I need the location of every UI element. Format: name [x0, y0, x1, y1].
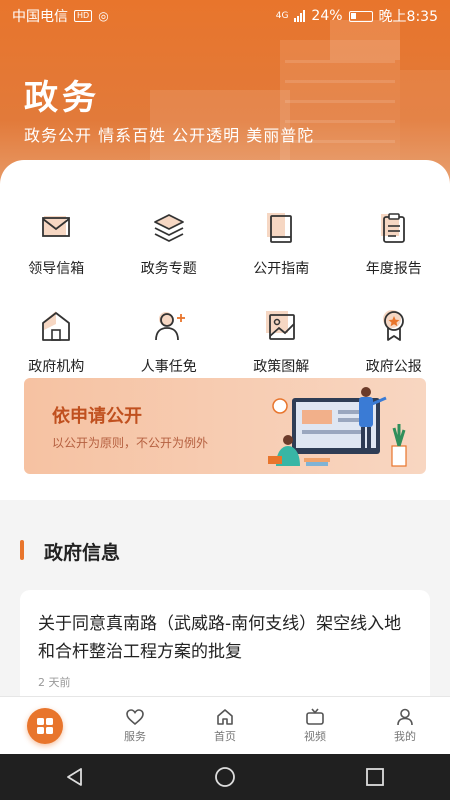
back-icon[interactable]	[64, 766, 86, 788]
building-window-row	[285, 80, 395, 83]
banner-subtitle: 以公开为原则，不公开为例外	[52, 436, 209, 450]
image-icon	[266, 311, 296, 340]
tab-label: 我的	[394, 729, 416, 743]
grid-item-label: 年度报告	[365, 261, 422, 277]
grid-item-gov-agencies[interactable]: 政府机构	[0, 306, 113, 376]
status-bar: 中国电信 HD ◎ 4G 24% 晚上8:35	[0, 0, 450, 32]
grid-item-policy-graphics[interactable]: 政策图解	[225, 306, 338, 376]
services-card: 领导信箱 政务专题 公开指南 年度报告 政府机构 人事任免 政策图解 政府公报 …	[0, 160, 450, 500]
presentation-illustration	[268, 387, 407, 467]
tab-label: 首页	[214, 729, 236, 743]
hotspot-icon: ◎	[98, 9, 109, 23]
person-icon	[397, 708, 413, 725]
tab-services[interactable]: 服务	[90, 697, 180, 754]
grid-icon	[37, 717, 53, 734]
clipboard-icon	[380, 213, 405, 243]
service-grid: 领导信箱 政务专题 公开指南 年度报告 政府机构 人事任免 政策图解 政府公报	[0, 208, 450, 376]
user-add-icon	[154, 312, 185, 341]
grid-item-label: 人事任免	[140, 359, 197, 375]
apps-button[interactable]	[27, 707, 63, 744]
grid-item-leader-mailbox[interactable]: 领导信箱	[0, 208, 113, 278]
bottom-tab-bar: 服务 首页 视频 我的	[0, 696, 450, 754]
tab-apps[interactable]	[0, 697, 90, 754]
section-accent-bar	[20, 540, 24, 560]
apply-disclosure-banner[interactable]: 依申请公开 以公开为原则，不公开为例外	[24, 378, 426, 474]
tab-home[interactable]: 首页	[180, 697, 270, 754]
building-icon	[42, 311, 71, 341]
tab-mine[interactable]: 我的	[360, 697, 450, 754]
grid-item-label: 领导信箱	[28, 261, 85, 277]
grid-item-topics[interactable]: 政务专题	[113, 208, 226, 278]
battery-icon	[348, 10, 373, 22]
battery-percent: 24%	[311, 8, 343, 24]
news-time: 2 天前	[38, 676, 71, 689]
news-headline: 关于同意真南路（武威路-南何支线）架空线入地和合杆整治工程方案的批复	[38, 614, 402, 662]
grid-item-label: 政府机构	[28, 359, 85, 375]
system-nav-bar	[0, 754, 450, 800]
tab-label: 服务	[124, 729, 146, 743]
mail-icon	[42, 216, 71, 237]
grid-item-label: 政策图解	[253, 359, 310, 375]
grid-item-gazette[interactable]: 政府公报	[338, 306, 450, 376]
building-window-row	[285, 100, 395, 103]
home-circle-icon[interactable]	[214, 766, 236, 788]
heart-icon	[126, 708, 144, 725]
grid-item-personnel[interactable]: 人事任免	[113, 306, 226, 376]
book-icon	[267, 213, 293, 243]
carrier-name: 中国电信	[12, 9, 68, 25]
building-window-row	[285, 60, 395, 63]
home-icon	[217, 708, 233, 725]
grid-item-annual-report[interactable]: 年度报告	[338, 208, 450, 278]
section-title: 政府信息	[44, 542, 121, 564]
network-type: 4G	[275, 11, 289, 21]
grid-item-label: 政务专题	[140, 261, 197, 277]
page-title: 政务	[24, 78, 100, 118]
tab-video[interactable]: 视频	[270, 697, 360, 754]
grid-item-label: 政府公报	[365, 359, 422, 375]
tv-icon	[306, 707, 324, 725]
page-slogan: 政务公开 情系百姓 公开透明 美丽普陀	[24, 126, 315, 145]
recents-icon[interactable]	[364, 766, 386, 788]
grid-item-label: 公开指南	[253, 261, 310, 277]
clock: 晚上8:35	[378, 9, 438, 25]
hd-badge: HD	[74, 10, 93, 22]
news-card[interactable]: 关于同意真南路（武威路-南何支线）架空线入地和合杆整治工程方案的批复 2 天前	[20, 590, 430, 710]
award-icon	[382, 310, 404, 341]
banner-title: 依申请公开	[52, 406, 142, 427]
signal-icon	[294, 10, 306, 22]
grid-item-guide[interactable]: 公开指南	[225, 208, 338, 278]
layers-icon	[153, 214, 184, 242]
tab-label: 视频	[304, 729, 326, 743]
